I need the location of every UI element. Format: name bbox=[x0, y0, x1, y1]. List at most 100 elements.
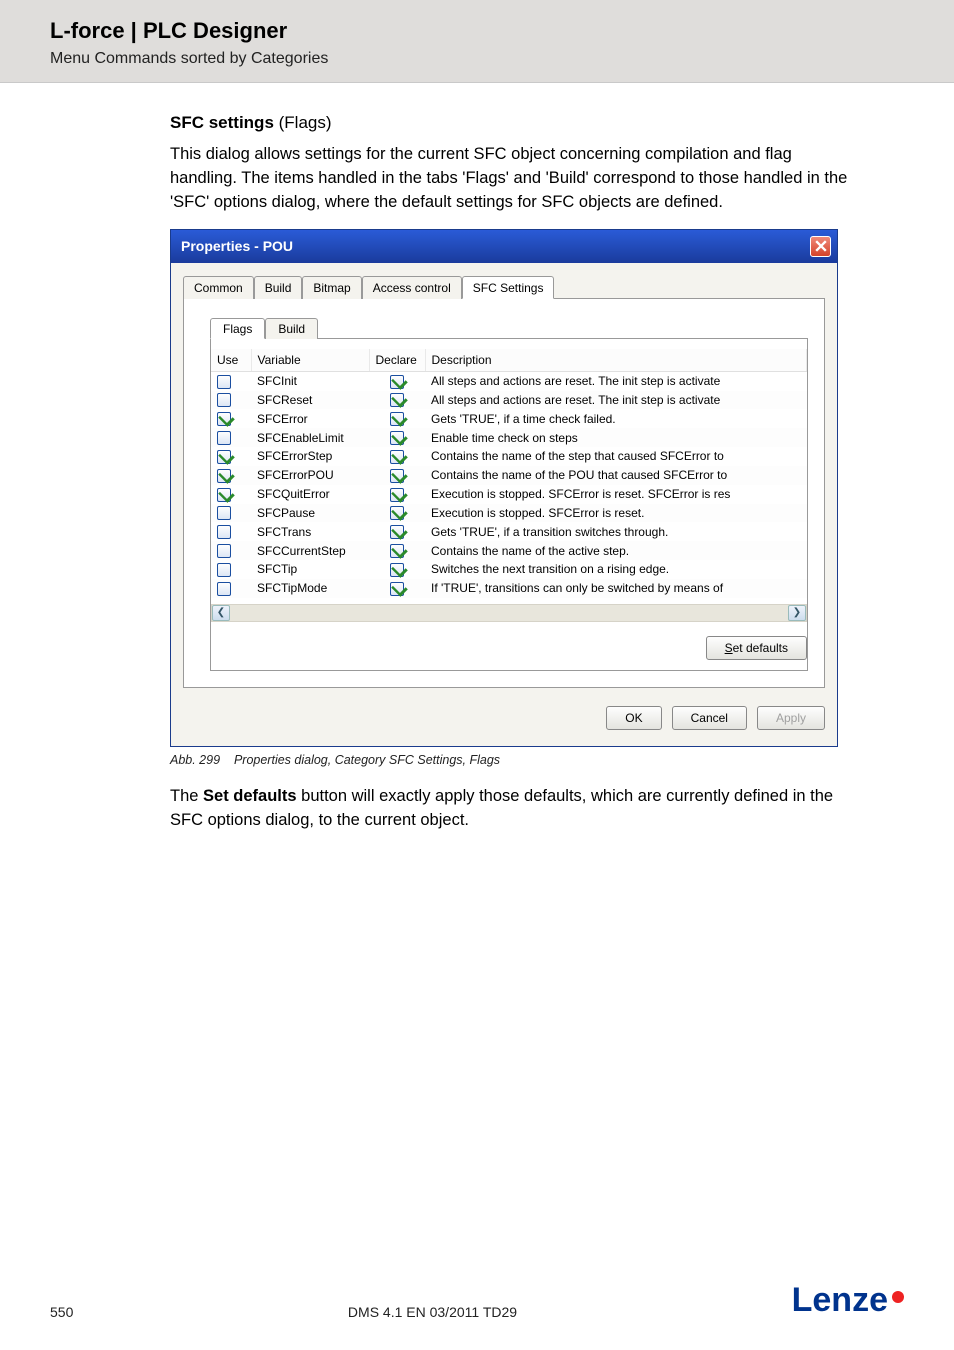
table-row: SFCTipMode If 'TRUE', transitions can onl… bbox=[211, 579, 807, 598]
outer-tab[interactable]: Access control bbox=[362, 276, 462, 299]
table-row: SFCCurrentStep Contains the name of the a… bbox=[211, 541, 807, 560]
brand-dot-icon bbox=[892, 1291, 904, 1303]
cell-description: Gets 'TRUE', if a transition switches th… bbox=[425, 522, 807, 541]
declare-checkbox[interactable] bbox=[390, 412, 404, 426]
declare-checkbox[interactable] bbox=[390, 469, 404, 483]
after-paragraph: The Set defaults button will exactly app… bbox=[170, 785, 858, 833]
cell-description: Contains the name of the step that cause… bbox=[425, 447, 807, 466]
table-row: SFCInitAll steps and actions are reset. … bbox=[211, 371, 807, 390]
outer-tab-strip: CommonBuildBitmapAccess controlSFC Setti… bbox=[183, 275, 825, 298]
col-header-use[interactable]: Use bbox=[211, 349, 251, 372]
declare-checkbox[interactable] bbox=[390, 375, 404, 389]
properties-dialog: Properties - POU CommonBuildBitmapAccess… bbox=[170, 229, 838, 747]
cell-description: Contains the name of the POU that caused… bbox=[425, 466, 807, 485]
section-paragraph: This dialog allows settings for the curr… bbox=[170, 143, 858, 215]
inner-tab-strip: FlagsBuild bbox=[210, 317, 808, 338]
table-row: SFCTransGets 'TRUE', if a transition swi… bbox=[211, 522, 807, 541]
outer-tab-panel: FlagsBuild Use Variable Declare Descript… bbox=[183, 298, 825, 688]
declare-checkbox[interactable] bbox=[390, 393, 404, 407]
set-defaults-button[interactable]: Set defaults bbox=[706, 636, 807, 660]
section-heading-rest: (Flags) bbox=[274, 113, 332, 132]
scroll-right-icon[interactable]: ❯ bbox=[788, 605, 806, 621]
apply-button[interactable]: Apply bbox=[757, 706, 825, 730]
dialog-body: CommonBuildBitmapAccess controlSFC Setti… bbox=[171, 263, 837, 746]
cell-description: Execution is stopped. SFCError is reset. bbox=[425, 504, 807, 523]
page-header-banner: L-force | PLC Designer Menu Commands sor… bbox=[0, 0, 954, 83]
table-row: SFCErrorPOU Contains the name of the POU … bbox=[211, 466, 807, 485]
page-footer: 550 DMS 4.1 EN 03/2011 TD29 Lenze bbox=[50, 1281, 904, 1320]
cell-variable: SFCPause bbox=[251, 504, 369, 523]
declare-checkbox[interactable] bbox=[390, 506, 404, 520]
horizontal-scrollbar[interactable]: ❮ ❯ bbox=[211, 604, 807, 622]
cell-variable: SFCError bbox=[251, 409, 369, 428]
caption-number: Abb. 299 bbox=[170, 753, 220, 767]
declare-checkbox[interactable] bbox=[390, 450, 404, 464]
declare-checkbox[interactable] bbox=[390, 563, 404, 577]
declare-checkbox[interactable] bbox=[390, 525, 404, 539]
set-defaults-label: Set defaults bbox=[725, 641, 788, 655]
table-row: SFCReset All steps and actions are reset.… bbox=[211, 391, 807, 410]
cell-variable: SFCReset bbox=[251, 391, 369, 410]
declare-checkbox[interactable] bbox=[390, 582, 404, 596]
brand-text: Lenze bbox=[792, 1281, 888, 1320]
app-title: L-force | PLC Designer bbox=[50, 18, 954, 44]
ok-button[interactable]: OK bbox=[606, 706, 661, 730]
use-checkbox[interactable] bbox=[217, 544, 231, 558]
table-row: SFCPause Execution is stopped. SFCError i… bbox=[211, 504, 807, 523]
use-checkbox[interactable] bbox=[217, 412, 231, 426]
outer-tab[interactable]: SFC Settings bbox=[462, 276, 555, 299]
use-checkbox[interactable] bbox=[217, 431, 231, 445]
app-subtitle: Menu Commands sorted by Categories bbox=[50, 50, 954, 68]
outer-tab[interactable]: Common bbox=[183, 276, 254, 299]
cancel-button[interactable]: Cancel bbox=[672, 706, 747, 730]
outer-tab[interactable]: Build bbox=[254, 276, 303, 299]
page-content: SFC settings (Flags) This dialog allows … bbox=[0, 83, 954, 833]
cell-variable: SFCTip bbox=[251, 560, 369, 579]
cell-description: Execution is stopped. SFCError is reset.… bbox=[425, 485, 807, 504]
close-button[interactable] bbox=[810, 236, 831, 257]
cell-description: All steps and actions are reset. The ini… bbox=[425, 391, 807, 410]
use-checkbox[interactable] bbox=[217, 582, 231, 596]
use-checkbox[interactable] bbox=[217, 450, 231, 464]
inner-tab[interactable]: Build bbox=[265, 318, 318, 339]
cell-variable: SFCErrorPOU bbox=[251, 466, 369, 485]
section-heading: SFC settings (Flags) bbox=[170, 113, 858, 133]
inner-tab[interactable]: Flags bbox=[210, 318, 265, 339]
col-header-description[interactable]: Description bbox=[425, 349, 807, 372]
declare-checkbox[interactable] bbox=[390, 544, 404, 558]
declare-checkbox[interactable] bbox=[390, 488, 404, 502]
use-checkbox[interactable] bbox=[217, 506, 231, 520]
use-checkbox[interactable] bbox=[217, 469, 231, 483]
dialog-title: Properties - POU bbox=[181, 238, 293, 254]
scroll-left-icon[interactable]: ❮ bbox=[212, 605, 230, 621]
figure-caption: Abb. 299 Properties dialog, Category SFC… bbox=[170, 753, 858, 767]
flags-table: Use Variable Declare Description SFCInit… bbox=[211, 349, 807, 598]
cell-description: Gets 'TRUE', if a time check failed. bbox=[425, 409, 807, 428]
cell-variable: SFCCurrentStep bbox=[251, 541, 369, 560]
outer-tab[interactable]: Bitmap bbox=[302, 276, 361, 299]
use-checkbox[interactable] bbox=[217, 375, 231, 389]
table-row: SFCEnableLimitEnable time check on steps bbox=[211, 428, 807, 447]
table-row: SFCTipSwitches the next transition on a … bbox=[211, 560, 807, 579]
caption-text: Properties dialog, Category SFC Settings… bbox=[234, 753, 500, 767]
after-para-pre: The bbox=[170, 787, 203, 805]
declare-checkbox[interactable] bbox=[390, 431, 404, 445]
cell-description: If 'TRUE', transitions can only be switc… bbox=[425, 579, 807, 598]
section-heading-bold: SFC settings bbox=[170, 113, 274, 132]
cell-variable: SFCTipMode bbox=[251, 579, 369, 598]
use-checkbox[interactable] bbox=[217, 393, 231, 407]
table-row: SFCQuitError Execution is stopped. SFCErr… bbox=[211, 485, 807, 504]
cell-variable: SFCInit bbox=[251, 371, 369, 390]
cell-variable: SFCQuitError bbox=[251, 485, 369, 504]
cell-description: Contains the name of the active step. bbox=[425, 541, 807, 560]
use-checkbox[interactable] bbox=[217, 563, 231, 577]
brand-logo: Lenze bbox=[792, 1281, 904, 1320]
use-checkbox[interactable] bbox=[217, 525, 231, 539]
cell-variable: SFCErrorStep bbox=[251, 447, 369, 466]
close-icon bbox=[815, 240, 827, 252]
inner-tab-panel: Use Variable Declare Description SFCInit… bbox=[210, 338, 808, 671]
col-header-declare[interactable]: Declare bbox=[369, 349, 425, 372]
col-header-variable[interactable]: Variable bbox=[251, 349, 369, 372]
dialog-titlebar[interactable]: Properties - POU bbox=[171, 230, 837, 263]
use-checkbox[interactable] bbox=[217, 488, 231, 502]
